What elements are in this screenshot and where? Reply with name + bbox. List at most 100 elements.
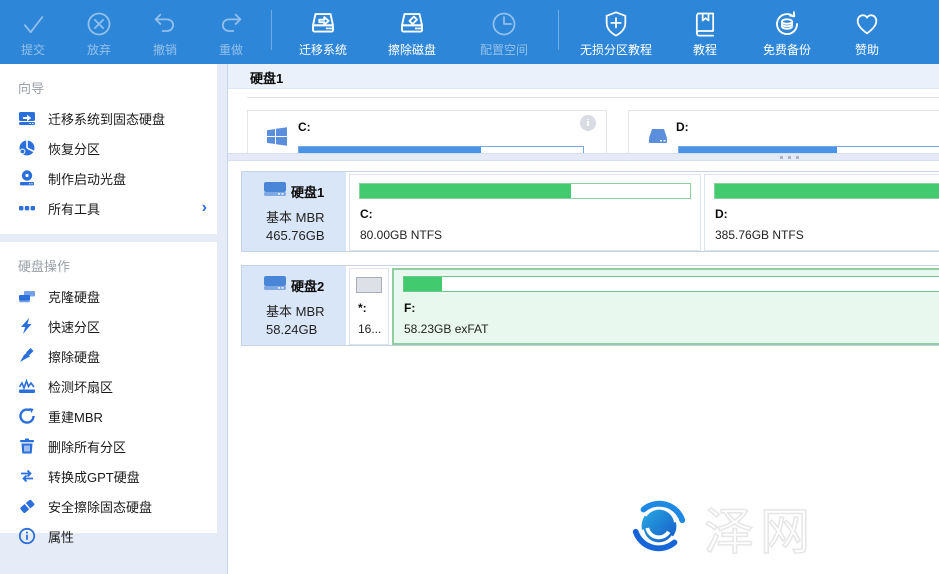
sidebar-item-label: 迁移系统到固态硬盘 [48,109,165,128]
usage-bar-fill [357,278,381,292]
disk-name: 硬盘2 [291,276,324,295]
usage-bar [298,146,584,153]
sidebar-item-convert-to-gpt[interactable]: 转换成GPT硬盘 [0,461,217,491]
partition-label: F: [404,301,415,315]
sidebar-item-label: 制作启动光盘 [48,169,126,188]
disk-row-2: 硬盘2 基本 MBR 58.24GB *: 16... F: 58.23GB e… [241,265,939,346]
backup-icon [772,9,802,39]
partition-label: C: [360,207,373,221]
recover-partition-icon [18,139,36,157]
redo-icon [217,9,245,39]
sidebar-item-properties[interactable]: 属性 [0,521,217,551]
partition-info: 80.00GB NTFS [360,228,442,242]
clone-disk-icon [18,287,36,305]
shield-plus-icon [602,9,630,39]
migrate-system-icon [308,9,338,39]
disk-row-1: 硬盘1 基本 MBR 465.76GB C: 80.00GB NTFS D: 3… [241,171,939,252]
disk-type: 基本 MBR [266,301,325,320]
splitter-handle[interactable] [228,153,939,161]
sidebar-item-label: 检测坏扇区 [48,377,113,396]
usage-bar [678,146,939,153]
partition-assistant-window: 提交 放弃 撤销 重做 迁移系统 擦除磁盘 [0,0,939,574]
partition-label: *: [358,301,367,315]
usage-bar-fill [404,277,442,291]
secure-erase-icon [18,497,36,515]
toolbar-separator [271,10,272,50]
undo-button[interactable]: 撤销 [132,0,198,64]
boot-disc-icon [18,169,36,187]
watermark: 泽网 [628,492,816,564]
tab-disk1[interactable]: 硬盘1 [250,68,283,87]
partition-d[interactable]: D: 385.76GB NTFS [704,174,939,251]
all-tools-icon [18,199,36,217]
sidebar-item-all-tools[interactable]: 所有工具 › [0,193,217,223]
sidebar-item-clone-disk[interactable]: 克隆硬盘 [0,281,217,311]
book-icon [691,9,719,39]
partition-tutorial-button[interactable]: 无损分区教程 [566,0,666,64]
partition-c[interactable]: C: 80.00GB NTFS [349,174,701,251]
info-icon[interactable]: i [580,115,596,131]
sidebar-item-label: 删除所有分区 [48,437,126,456]
sidebar-item-label: 擦除硬盘 [48,347,100,366]
sidebar-item-quick-partition[interactable]: 快速分区 [0,311,217,341]
sponsor-button[interactable]: 赞助 [830,0,904,64]
sidebar-item-label: 快速分区 [48,317,100,336]
discard-icon [85,9,113,39]
partition-unnamed[interactable]: *: 16... [349,268,389,345]
disk-tab-band: 硬盘1 [228,64,939,89]
sidebar-section-title: 向导 [0,64,217,103]
disk-size: 58.24GB [266,322,317,337]
sidebar-item-make-bootable-media[interactable]: 制作启动光盘 [0,163,217,193]
usage-bar-fill [715,184,939,198]
disk-type: 基本 MBR [266,207,325,226]
chevron-right-icon: › [202,199,207,217]
partition-f-selected[interactable]: F: 58.23GB exFAT [392,268,939,345]
wipe-disk-button[interactable]: 擦除磁盘 [367,0,457,64]
rebuild-mbr-icon [18,407,36,425]
volume-label: C: [298,120,311,134]
migrate-system-button[interactable]: 迁移系统 [279,0,367,64]
sidebar-item-secure-erase-ssd[interactable]: 安全擦除固态硬盘 [0,491,217,521]
sidebar-item-rebuild-mbr[interactable]: 重建MBR [0,401,217,431]
free-backup-button[interactable]: 免费备份 [744,0,830,64]
watermark-logo-icon [628,495,690,562]
volume-overview-strip: C: i D: [228,108,939,153]
heart-icon [853,9,881,39]
overview-card-c[interactable]: C: i [247,110,607,153]
discard-button[interactable]: 放弃 [66,0,132,64]
partition-info: 16... [358,322,381,336]
main-area: 硬盘1 C: i D: [228,64,939,574]
partition-info: 385.76GB NTFS [715,228,804,242]
overview-card-d[interactable]: D: [628,110,939,153]
watermark-text: 泽网 [704,492,816,564]
sidebar-item-migrate-os-to-ssd[interactable]: 迁移系统到固态硬盘 [0,103,217,133]
drive-icon [647,126,669,148]
redo-button[interactable]: 重做 [198,0,264,64]
disk2-info-block[interactable]: 硬盘2 基本 MBR 58.24GB [242,266,346,345]
allocate-space-button[interactable]: 配置空间 [457,0,551,64]
disk1-info-block[interactable]: 硬盘1 基本 MBR 465.76GB [242,172,346,251]
toolbar-separator [558,10,559,50]
tutorial-button[interactable]: 教程 [666,0,744,64]
sidebar-item-recover-partition[interactable]: 恢复分区 [0,133,217,163]
partition-info: 58.23GB exFAT [404,322,489,336]
partition-label: D: [715,207,728,221]
volume-label: D: [676,120,689,134]
partition-usage-bar [403,276,939,292]
disk-size: 465.76GB [266,228,325,243]
wipe-disk-icon [397,9,427,39]
sidebar-item-label: 恢复分区 [48,139,100,158]
sidebar-wizard-panel: 向导 迁移系统到固态硬盘 恢复分区 制作启动光盘 所有工具 › [0,64,217,234]
sidebar-item-wipe-disk[interactable]: 擦除硬盘 [0,341,217,371]
sidebar-item-delete-all-partitions[interactable]: 删除所有分区 [0,431,217,461]
disk-icon [264,180,286,203]
sidebar-item-label: 安全擦除固态硬盘 [48,497,152,516]
check-icon [19,9,47,39]
sidebar-item-check-bad-sectors[interactable]: 检测坏扇区 [0,371,217,401]
sidebar-item-label: 重建MBR [48,407,103,426]
disk-name: 硬盘1 [291,182,324,201]
sidebar-disk-operations-panel: 硬盘操作 克隆硬盘 快速分区 擦除硬盘 检测坏扇区 重建MBR [0,242,217,533]
allocate-space-icon [490,9,518,39]
convert-gpt-icon [18,467,36,485]
commit-button[interactable]: 提交 [0,0,66,64]
